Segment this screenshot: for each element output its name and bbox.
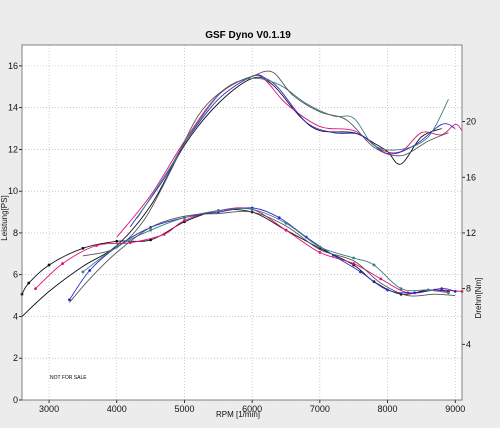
y-right-tick-label: 12: [466, 228, 476, 238]
torque-point-4: [149, 228, 153, 232]
torque-point-4: [216, 209, 220, 213]
x-tick-label: 4000: [107, 404, 127, 414]
torque-point-4: [284, 221, 288, 225]
torque-point-2: [34, 287, 37, 291]
y-left-tick-label: 6: [13, 270, 18, 280]
y-right-tick-label: 8: [466, 284, 471, 294]
x-tick-label: 9000: [445, 404, 465, 414]
torque-point-3: [453, 290, 457, 293]
y-right-tick-label: 20: [466, 117, 476, 127]
chart-svg: GSF Dyno V0.1.19 3000 4000 5000 6000 7000 800…: [0, 30, 483, 419]
y-left-tick-label: 12: [8, 144, 18, 154]
torque-point-4: [372, 263, 376, 267]
y-right-tick-label: 4: [466, 339, 471, 349]
torque-point-3: [413, 291, 417, 295]
torque-point-2: [318, 251, 322, 254]
plot-background: [22, 45, 462, 400]
plot-area: 3000 4000 5000 6000 7000 8000 9000024681012141…: [8, 44, 476, 414]
x-tick-label: 3000: [39, 404, 59, 414]
y-axis-left-title: Leistung[PS]: [0, 195, 9, 240]
torque-point-2: [61, 262, 65, 265]
torque-point-1: [47, 263, 51, 267]
torque-point-2: [162, 232, 166, 236]
x-tick-label: 7000: [310, 404, 330, 414]
torque-point-3: [386, 288, 389, 292]
torque-point-2: [183, 219, 186, 222]
y-right-tick-label: 16: [466, 172, 476, 182]
torque-point-2: [379, 277, 383, 281]
torque-point-4: [399, 287, 403, 291]
not-for-sale-annotation: NOT FOR SALE: [50, 375, 87, 381]
torque-point-4: [250, 207, 254, 211]
torque-point-2: [284, 228, 288, 232]
torque-point-2: [95, 244, 98, 247]
torque-point-1: [81, 246, 85, 250]
y-left-tick-label: 2: [13, 353, 18, 363]
torque-point-2: [352, 262, 356, 265]
torque-point-1: [27, 281, 31, 285]
y-left-tick-label: 16: [8, 61, 18, 71]
torque-point-4: [352, 256, 356, 260]
x-tick-label: 8000: [378, 404, 398, 414]
torque-point-1: [115, 239, 119, 243]
chart-title: GSF Dyno V0.1.19: [205, 30, 291, 41]
torque-point-3: [359, 270, 362, 274]
x-tick-label: 5000: [174, 404, 194, 414]
torque-point-4: [318, 245, 322, 249]
torque-point-3: [88, 269, 92, 272]
x-axis-title: RPM [1/min]: [216, 410, 260, 419]
torque-point-4: [115, 245, 119, 249]
torque-point-4: [426, 288, 430, 292]
torque-point-4: [81, 270, 85, 274]
y-axis-right-title: Drehm[Nm]: [474, 278, 483, 319]
y-left-tick-label: 4: [13, 311, 18, 321]
y-left-tick-label: 10: [8, 186, 18, 196]
torque-point-4: [447, 291, 450, 295]
y-left-tick-label: 8: [13, 228, 18, 238]
torque-point-3: [440, 287, 444, 291]
y-left-tick-label: 14: [8, 103, 18, 113]
y-left-tick-label: 0: [13, 395, 18, 405]
dyno-chart: GSF Dyno V0.1.19 3000 4000 5000 6000 7000 800…: [0, 0, 500, 428]
